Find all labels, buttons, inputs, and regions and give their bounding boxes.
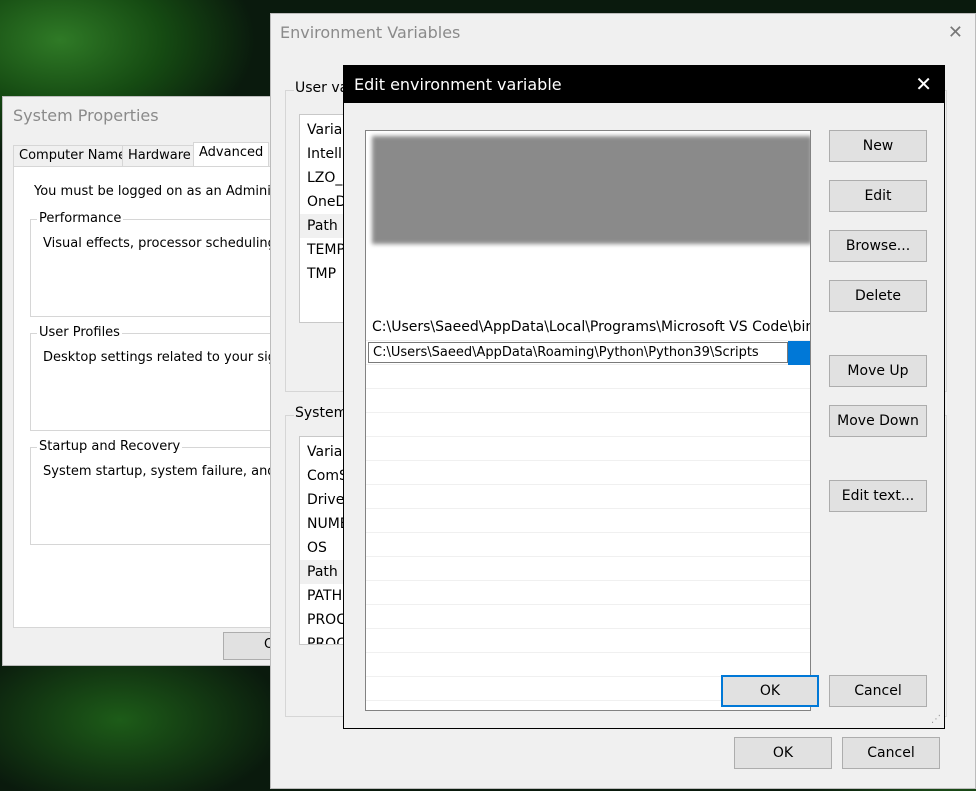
user-variables-label: User va xyxy=(294,80,350,96)
browse-button[interactable]: Browse... xyxy=(829,230,927,262)
path-entry-input[interactable] xyxy=(369,343,787,362)
path-entry[interactable]: C:\Users\Saeed\AppData\Local\Programs\Mi… xyxy=(366,317,810,341)
env-ok-button[interactable]: OK xyxy=(734,737,832,769)
tab-hardware[interactable]: Hardware xyxy=(122,145,197,167)
new-button[interactable]: New xyxy=(829,130,927,162)
empty-row[interactable] xyxy=(366,461,810,485)
selection-highlight xyxy=(788,341,810,365)
startup-recovery-group: Startup and Recovery System startup, sys… xyxy=(30,439,304,545)
edit-button[interactable]: Edit xyxy=(829,180,927,212)
edit-dialog-title: Edit environment variable xyxy=(354,75,562,94)
system-properties-titlebar[interactable]: System Properties xyxy=(3,97,291,133)
path-entry-text: C:\Users\Saeed\AppData\Local\Programs\Mi… xyxy=(372,319,811,335)
empty-row[interactable] xyxy=(366,509,810,533)
edit-cancel-button[interactable]: Cancel xyxy=(829,675,927,707)
system-variables-label: System xyxy=(294,405,349,421)
empty-row[interactable] xyxy=(366,389,810,413)
path-entry-editing[interactable] xyxy=(366,341,810,365)
delete-button[interactable]: Delete xyxy=(829,280,927,312)
advanced-tab-panel: You must be logged on as an Administra P… xyxy=(13,166,304,628)
empty-row[interactable] xyxy=(366,653,810,677)
edit-dialog-titlebar[interactable]: Edit environment variable ✕ xyxy=(344,66,944,103)
edit-text-button[interactable]: Edit text... xyxy=(829,480,927,512)
tab-advanced[interactable]: Advanced xyxy=(193,142,270,166)
system-properties-window: System Properties Computer Name Hardware… xyxy=(2,96,305,666)
startup-recovery-description: System startup, system failure, and deb xyxy=(43,464,305,479)
performance-label: Performance xyxy=(37,211,124,226)
path-entries-list[interactable]: C:\Users\Saeed\AppData\Local\Programs\Mi… xyxy=(365,130,811,711)
performance-group: Performance Visual effects, processor sc… xyxy=(30,211,297,317)
startup-recovery-label: Startup and Recovery xyxy=(37,439,183,454)
user-profiles-description: Desktop settings related to your sign-i xyxy=(43,350,293,365)
edit-env-variable-dialog: Edit environment variable ✕ C:\Users\Sae… xyxy=(343,65,945,729)
performance-description: Visual effects, processor scheduling, m xyxy=(43,236,297,251)
empty-row[interactable] xyxy=(366,437,810,461)
environment-variables-title: Environment Variables xyxy=(280,23,461,42)
resize-grip-icon[interactable]: ⋰ xyxy=(931,714,941,725)
edit-ok-button[interactable]: OK xyxy=(721,675,819,707)
move-down-button[interactable]: Move Down xyxy=(829,405,927,437)
empty-row[interactable] xyxy=(366,533,810,557)
move-up-button[interactable]: Move Up xyxy=(829,355,927,387)
admin-notice: You must be logged on as an Administra xyxy=(34,184,297,199)
user-profiles-label: User Profiles xyxy=(37,325,122,340)
empty-row[interactable] xyxy=(366,485,810,509)
env-cancel-button[interactable]: Cancel xyxy=(842,737,940,769)
empty-row[interactable] xyxy=(366,605,810,629)
redacted-entries xyxy=(372,136,810,244)
empty-row[interactable] xyxy=(366,413,810,437)
environment-variables-titlebar[interactable]: Environment Variables ✕ xyxy=(271,14,975,50)
empty-row[interactable] xyxy=(366,581,810,605)
user-profiles-group: User Profiles Desktop settings related t… xyxy=(30,325,293,431)
empty-row[interactable] xyxy=(366,629,810,653)
close-icon[interactable]: ✕ xyxy=(915,72,932,96)
empty-row[interactable] xyxy=(366,557,810,581)
close-icon[interactable]: ✕ xyxy=(948,22,963,43)
path-entry-input-wrapper xyxy=(368,342,788,363)
tab-computer-name[interactable]: Computer Name xyxy=(13,145,133,167)
system-properties-title: System Properties xyxy=(13,106,159,125)
empty-row[interactable] xyxy=(366,365,810,389)
